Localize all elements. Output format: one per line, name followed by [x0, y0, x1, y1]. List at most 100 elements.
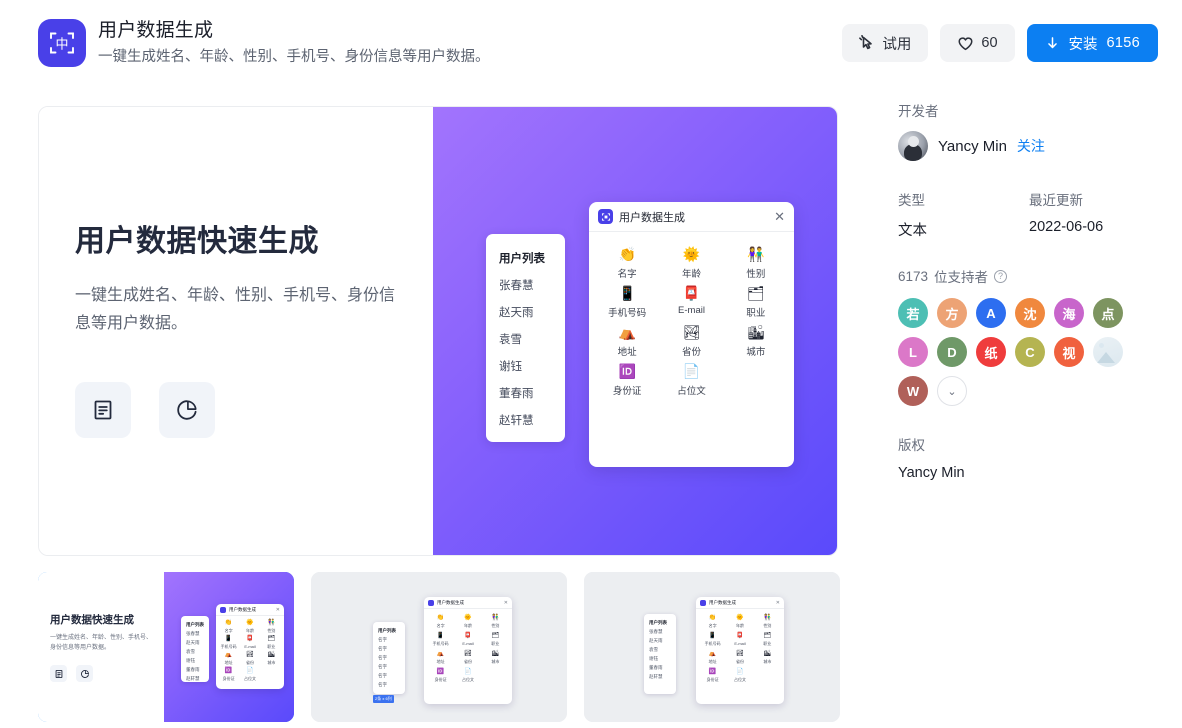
thumb1-user-list: 用户列表 张春慧 赵天雨 袁雪 谢钰 董春雨 赵轩慧: [181, 616, 209, 682]
mini-list-item: 董春雨: [649, 665, 663, 670]
field-emoji: 📄: [682, 363, 701, 379]
mini-field-emoji: ⛺: [436, 651, 445, 657]
supporter-avatar[interactable]: 视: [1054, 337, 1084, 367]
pie-chart-icon-button[interactable]: [159, 382, 215, 438]
like-button[interactable]: 60: [940, 24, 1015, 62]
supporters-grid: 若 方 A 沈 海 点 L D 纸 C 视 W ⌄: [898, 298, 1156, 406]
supporter-avatar[interactable]: 海: [1054, 298, 1084, 328]
mini-field-label: 省份: [463, 659, 472, 664]
supporter-avatar[interactable]: 纸: [976, 337, 1006, 367]
field-cell[interactable]: 📄 占位文: [659, 363, 723, 397]
field-cell[interactable]: 🏞 省份: [659, 324, 723, 358]
supporter-avatar[interactable]: A: [976, 298, 1006, 328]
mini-field-emoji: 📱: [708, 633, 717, 639]
supporter-initial: D: [947, 344, 957, 360]
dialog-field-grid: 👏 名字 🌞 年龄 👫 性别 📱 手机号码 📮 E-mail 🗂 职业 ⛺ 地址 🏞 省份 🏙 城…: [589, 232, 794, 407]
thumb3-dialog: 用户数据生成 ✕ 👏 名字 🌞 年龄 👫 性别 📱 手机号码 📮 E-mail 🗂 职业 ⛺…: [696, 597, 784, 704]
supporters-header: 6173 位支持者 ?: [898, 266, 1160, 286]
install-button[interactable]: 安装 6156: [1026, 24, 1158, 62]
mini-field-label: 城市: [763, 659, 772, 664]
mini-field-label: 手机号码: [220, 644, 237, 649]
supporter-avatar[interactable]: 点: [1093, 298, 1123, 328]
supporter-avatar[interactable]: C: [1015, 337, 1045, 367]
supporters-label: 位支持者: [934, 270, 989, 285]
dialog-app-icon: [598, 209, 613, 224]
field-emoji: 📱: [618, 285, 636, 301]
mini-field-label: 名字: [224, 628, 233, 633]
mini-list-header: 用户列表: [649, 620, 667, 625]
mini-field-emoji: 📮: [246, 636, 254, 642]
mini-field-emoji: 📄: [246, 668, 254, 674]
supporter-avatar[interactable]: 若: [898, 298, 928, 328]
field-cell[interactable]: 🏙 城市: [724, 324, 788, 358]
mini-field-label: 地址: [436, 659, 445, 664]
mini-field-emoji: 📱: [224, 636, 233, 642]
field-cell[interactable]: 👫 性别: [724, 246, 788, 280]
field-emoji: ⛺: [618, 324, 636, 340]
thumbnail-3[interactable]: 用户列表 张春慧 赵天雨 袁雪 谢钰 董春雨 赵轩慧 用户数据生成 ✕ 👏 名字: [584, 572, 840, 722]
mini-field-emoji: 👫: [267, 620, 276, 626]
mini-field-emoji: 🏞: [736, 651, 744, 657]
copyright-label: 版权: [898, 438, 925, 453]
hero-gallery[interactable]: 用户数据快速生成 一键生成姓名、年龄、性别、手机号、身份信息等用户数据。 用户列…: [38, 106, 838, 556]
field-cell[interactable]: 🗂 职业: [724, 285, 788, 319]
thumb3-canvas: 用户列表 张春慧 赵天雨 袁雪 谢钰 董春雨 赵轩慧 用户数据生成 ✕ 👏 名字: [584, 572, 840, 722]
field-cell[interactable]: 🆔 身份证: [595, 363, 659, 397]
user-list-item: 谢钰: [499, 361, 522, 373]
help-icon[interactable]: ?: [994, 269, 1008, 283]
mini-field-label: 身份证: [434, 677, 447, 682]
supporter-avatar-photo[interactable]: [1093, 337, 1123, 367]
field-cell[interactable]: ⛺ 地址: [595, 324, 659, 358]
document-icon-button[interactable]: [75, 382, 131, 438]
developer-name: Yancy Min: [938, 137, 1007, 155]
hero-image-panel: 用户列表 张春慧 赵天雨 袁雪 谢钰 董春雨 赵轩慧 用户数据生成 ✕ 👏 名字…: [433, 107, 837, 555]
field-cell[interactable]: 🌞 年龄: [659, 246, 723, 280]
supporter-avatar[interactable]: W: [898, 376, 928, 406]
mini-field-label: 性别: [491, 623, 500, 628]
mini-field-emoji: 🌞: [464, 615, 472, 621]
mini-field-label: 年龄: [245, 628, 254, 633]
supporter-avatar[interactable]: D: [937, 337, 967, 367]
mini-field-emoji: 👫: [763, 615, 772, 621]
thumbnail-1[interactable]: 用户数据快速生成 一键生成姓名、年龄、性别、手机号、身份信息等用户数据。 用户列…: [38, 572, 294, 722]
scan-cn-icon: 中: [50, 32, 74, 54]
like-count: 60: [981, 35, 998, 51]
mini-field-emoji: 📄: [736, 669, 744, 675]
mini-field-label: E-mail: [462, 641, 474, 646]
follow-button[interactable]: 关注: [1017, 136, 1045, 156]
supporter-avatar[interactable]: 方: [937, 298, 967, 328]
field-label: 名字: [617, 269, 637, 280]
mini-field-label: 手机号码: [704, 641, 721, 646]
field-emoji: 🗂: [746, 285, 765, 301]
hero-buttons: [75, 382, 397, 438]
field-cell[interactable]: 📱 手机号码: [595, 285, 659, 319]
supporter-avatar[interactable]: 沈: [1015, 298, 1045, 328]
thumb2-user-list: 用户列表 名字 名字 名字 名字 名字 名字: [373, 622, 405, 694]
supporter-avatar[interactable]: L: [898, 337, 928, 367]
thumb1-pie-chart-icon: [76, 665, 93, 682]
generator-dialog: 用户数据生成 ✕ 👏 名字 🌞 年龄 👫 性别 📱 手机号码 📮 E-mail 🗂 职业 ⛺…: [589, 202, 794, 467]
mini-list-item: 谢钰: [649, 656, 658, 661]
mini-dialog-title: 用户数据生成: [437, 599, 464, 605]
mini-field-label: 性别: [763, 623, 772, 628]
thumbnail-2[interactable]: 用户列表 名字 名字 名字 名字 名字 名字 2条 x 6列 用户数据生成 ✕: [311, 572, 567, 722]
user-list-item: 董春雨: [499, 388, 534, 400]
field-cell[interactable]: 👏 名字: [595, 246, 659, 280]
mini-list-item: 名字: [378, 682, 387, 687]
mini-field-label: 地址: [708, 659, 717, 664]
mini-field-emoji: 📮: [464, 633, 472, 639]
pie-chart-icon: [177, 400, 197, 420]
field-emoji: 📮: [682, 285, 701, 301]
mini-field-emoji: 👫: [491, 615, 500, 621]
mini-field-label: 职业: [763, 641, 772, 646]
expand-supporters-button[interactable]: ⌄: [937, 376, 967, 406]
mini-field-emoji: 📮: [736, 633, 744, 639]
close-icon[interactable]: ✕: [774, 210, 785, 223]
field-cell[interactable]: 📮 E-mail: [659, 285, 723, 319]
mini-field-label: E-mail: [244, 644, 256, 649]
mini-list-item: 董春雨: [186, 667, 200, 672]
mini-field-label: 占位文: [243, 676, 256, 681]
mini-list-item: 名字: [378, 655, 387, 660]
mini-close-icon: ✕: [275, 606, 280, 613]
try-button[interactable]: 试用: [842, 24, 929, 62]
